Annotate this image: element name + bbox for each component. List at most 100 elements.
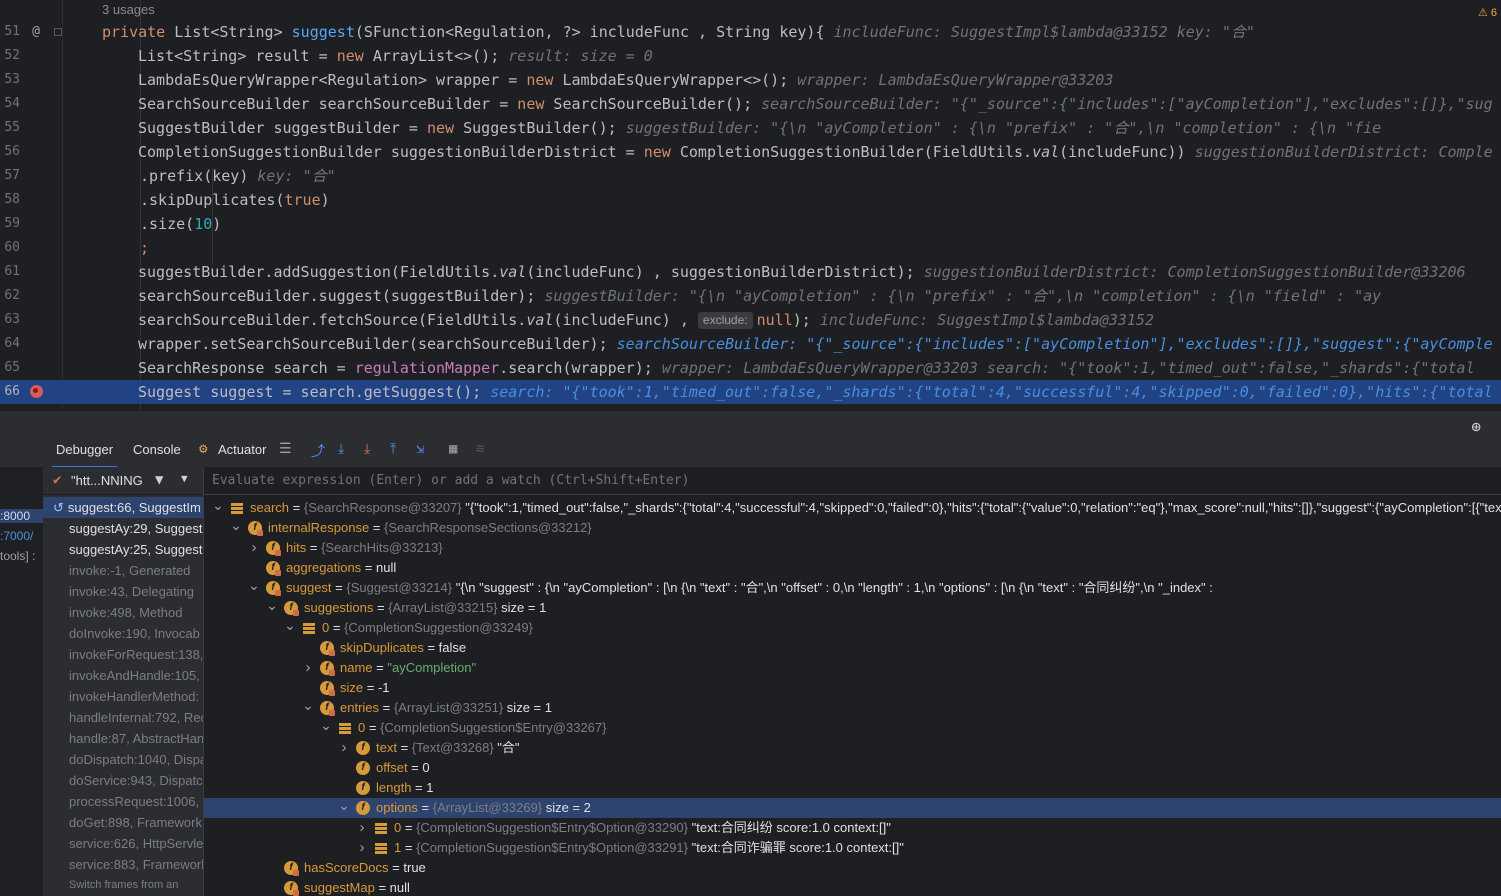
evaluate-expression-icon[interactable]: ▦ <box>449 441 457 457</box>
collapse-arrow-icon[interactable]: ⌄ <box>338 798 350 812</box>
variable-row[interactable]: › 0 = {CompletionSuggestion$Entry$Option@… <box>204 818 1501 838</box>
stack-frame[interactable]: suggestAy:29, Suggest <box>43 518 203 539</box>
stack-frame[interactable]: invoke:498, Method <box>43 602 203 623</box>
chevron-down-icon[interactable]: ▼ <box>181 472 188 485</box>
warnings-indicator[interactable]: ⚠ 6 <box>1478 6 1497 19</box>
line-number[interactable]: 64 <box>0 332 20 356</box>
code-line[interactable]: 57 .prefix(key) key: "合" <box>0 164 1501 188</box>
line-number[interactable]: 63 <box>0 308 20 332</box>
run-to-cursor-icon[interactable]: ⇲ <box>416 441 424 457</box>
stack-frame[interactable]: handle:87, AbstractHan <box>43 728 203 749</box>
code-line[interactable]: 65 SearchResponse search = regulationMapp… <box>0 356 1501 380</box>
stack-frame[interactable]: suggestAy:25, Suggest <box>43 539 203 560</box>
collapse-arrow-icon[interactable]: ⌄ <box>212 498 224 512</box>
collapse-arrow-icon[interactable]: ⌄ <box>266 598 278 612</box>
usages-hint[interactable]: 3 usages <box>102 0 155 20</box>
line-number[interactable]: 51 <box>0 20 20 44</box>
line-number[interactable]: 61 <box>0 260 20 284</box>
variable-row[interactable]: ⌄ 0 = {CompletionSuggestion@33249} <box>204 618 1501 638</box>
code-line[interactable]: 66 Suggest suggest = search.getSuggest();… <box>0 380 1501 404</box>
variable-row[interactable]: f aggregations = null <box>204 558 1501 578</box>
line-number[interactable]: 55 <box>0 116 20 140</box>
stack-frame[interactable]: invoke:43, Delegating <box>43 581 203 602</box>
variable-row[interactable]: › 1 = {CompletionSuggestion$Entry$Option@… <box>204 838 1501 858</box>
variable-row[interactable]: f suggestMap = null <box>204 878 1501 896</box>
collapse-arrow-icon[interactable]: ⌄ <box>230 518 242 532</box>
expand-arrow-icon[interactable]: › <box>338 738 350 757</box>
code-line[interactable]: 54 SearchSourceBuilder searchSourceBuilde… <box>0 92 1501 116</box>
variable-row[interactable]: › f text = {Text@33268} "合" <box>204 738 1501 758</box>
line-number[interactable]: 57 <box>0 164 20 188</box>
fold-icon[interactable] <box>54 28 62 36</box>
trace-icon[interactable]: ≋ <box>476 441 484 457</box>
breakpoint-icon[interactable] <box>30 385 43 398</box>
expand-arrow-icon[interactable]: › <box>302 658 314 677</box>
stack-frame[interactable]: service:626, HttpServle <box>43 833 203 854</box>
settings-icon[interactable]: ⊕ <box>1471 417 1481 436</box>
override-annotation-icon[interactable]: @ <box>28 24 44 40</box>
line-number[interactable]: 53 <box>0 68 20 92</box>
stack-frame[interactable]: invokeForRequest:138, <box>43 644 203 665</box>
stack-frame[interactable]: doInvoke:190, Invocab <box>43 623 203 644</box>
stack-frame[interactable]: invokeAndHandle:105, <box>43 665 203 686</box>
variable-row[interactable]: ⌄ f internalResponse = {SearchResponseSect… <box>204 518 1501 538</box>
variable-row[interactable]: › f hits = {SearchHits@33213} <box>204 538 1501 558</box>
collapse-arrow-icon[interactable]: ⌄ <box>248 578 260 592</box>
code-line[interactable]: 56 CompletionSuggestionBuilder suggestion… <box>0 140 1501 164</box>
stack-frame[interactable]: invoke:-1, Generated <box>43 560 203 581</box>
layout-menu-icon[interactable]: ☰ <box>279 441 292 457</box>
variable-row[interactable]: ⌄ f entries = {ArrayList@33251} size = 1 <box>204 698 1501 718</box>
step-out-icon[interactable]: ⤒ <box>390 441 396 457</box>
code-line[interactable]: 61 suggestBuilder.addSuggestion(FieldUtil… <box>0 260 1501 284</box>
variable-row[interactable]: ⌄ search = {SearchResponse@33207} "{"took… <box>204 498 1501 518</box>
stack-frame[interactable]: doGet:898, Framework <box>43 812 203 833</box>
tab-console[interactable]: Console <box>133 435 181 465</box>
code-line[interactable]: 64 wrapper.setSearchSourceBuilder(searchS… <box>0 332 1501 356</box>
code-editor[interactable]: 3 usages ⚠ 6 51 @ private List<String> sug… <box>0 0 1501 410</box>
tab-debugger[interactable]: Debugger <box>51 435 118 468</box>
stack-frame[interactable]: service:883, Framework <box>43 854 203 875</box>
clipped-service-label[interactable]: tools] : <box>0 549 35 563</box>
variable-row[interactable]: ⌄ f options = {ArrayList@33269} size = 2 <box>204 798 1501 818</box>
line-number[interactable]: 60 <box>0 236 20 260</box>
code-line[interactable]: 59 .size(10) <box>0 212 1501 236</box>
code-line[interactable]: 51 @ private List<String> suggest(SFunctio… <box>0 20 1501 44</box>
line-number[interactable]: 56 <box>0 140 20 164</box>
variable-row[interactable]: f hasScoreDocs = true <box>204 858 1501 878</box>
evaluate-expression-input[interactable]: Evaluate expression (Enter) or add a wat… <box>204 467 1501 495</box>
thread-name[interactable]: "htt...NNING <box>71 473 143 488</box>
line-number[interactable]: 62 <box>0 284 20 308</box>
thread-selector[interactable]: ✔ "htt...NNING ▼ ▼ <box>43 467 203 495</box>
stack-frame[interactable]: doService:943, Dispatc <box>43 770 203 791</box>
variable-row[interactable]: ⌄ f suggest = {Suggest@33214} "{\n "sugges… <box>204 578 1501 598</box>
variable-row[interactable]: f skipDuplicates = false <box>204 638 1501 658</box>
variable-row[interactable]: ⌄ 0 = {CompletionSuggestion$Entry@33267} <box>204 718 1501 738</box>
variable-row[interactable]: f offset = 0 <box>204 758 1501 778</box>
show-execution-point-icon[interactable]: ⤴ <box>311 441 325 461</box>
line-number[interactable]: 54 <box>0 92 20 116</box>
line-number[interactable]: 58 <box>0 188 20 212</box>
code-line[interactable]: 63 searchSourceBuilder.fetchSource(FieldU… <box>0 308 1501 332</box>
line-number[interactable]: 52 <box>0 44 20 68</box>
stack-frame[interactable]: handleInternal:792, Rec <box>43 707 203 728</box>
step-over-icon[interactable]: ⤓ <box>338 441 344 457</box>
collapse-arrow-icon[interactable]: ⌄ <box>284 618 296 632</box>
code-line[interactable]: 52 List<String> result = new ArrayList<>(… <box>0 44 1501 68</box>
code-line[interactable]: 62 searchSourceBuilder.suggest(suggestBui… <box>0 284 1501 308</box>
variable-row[interactable]: f length = 1 <box>204 778 1501 798</box>
collapse-arrow-icon[interactable]: ⌄ <box>302 698 314 712</box>
variable-row[interactable]: › f name = "ayCompletion" <box>204 658 1501 678</box>
expand-arrow-icon[interactable]: › <box>356 838 368 857</box>
step-into-icon[interactable]: ⤓ <box>364 441 370 457</box>
expand-arrow-icon[interactable]: › <box>356 818 368 837</box>
code-line[interactable]: 53 LambdaEsQueryWrapper<Regulation> wrapp… <box>0 68 1501 92</box>
clipped-service-label[interactable]: :8000 <box>0 509 43 523</box>
stack-frame[interactable]: doDispatch:1040, Dispa <box>43 749 203 770</box>
stack-frame[interactable]: processRequest:1006, <box>43 791 203 812</box>
line-number[interactable]: 65 <box>0 356 20 380</box>
line-number[interactable]: 59 <box>0 212 20 236</box>
collapse-arrow-icon[interactable]: ⌄ <box>320 718 332 732</box>
tab-actuator[interactable]: Actuator <box>218 435 266 465</box>
stack-frame[interactable]: invokeHandlerMethod: <box>43 686 203 707</box>
expand-arrow-icon[interactable]: › <box>248 538 260 557</box>
